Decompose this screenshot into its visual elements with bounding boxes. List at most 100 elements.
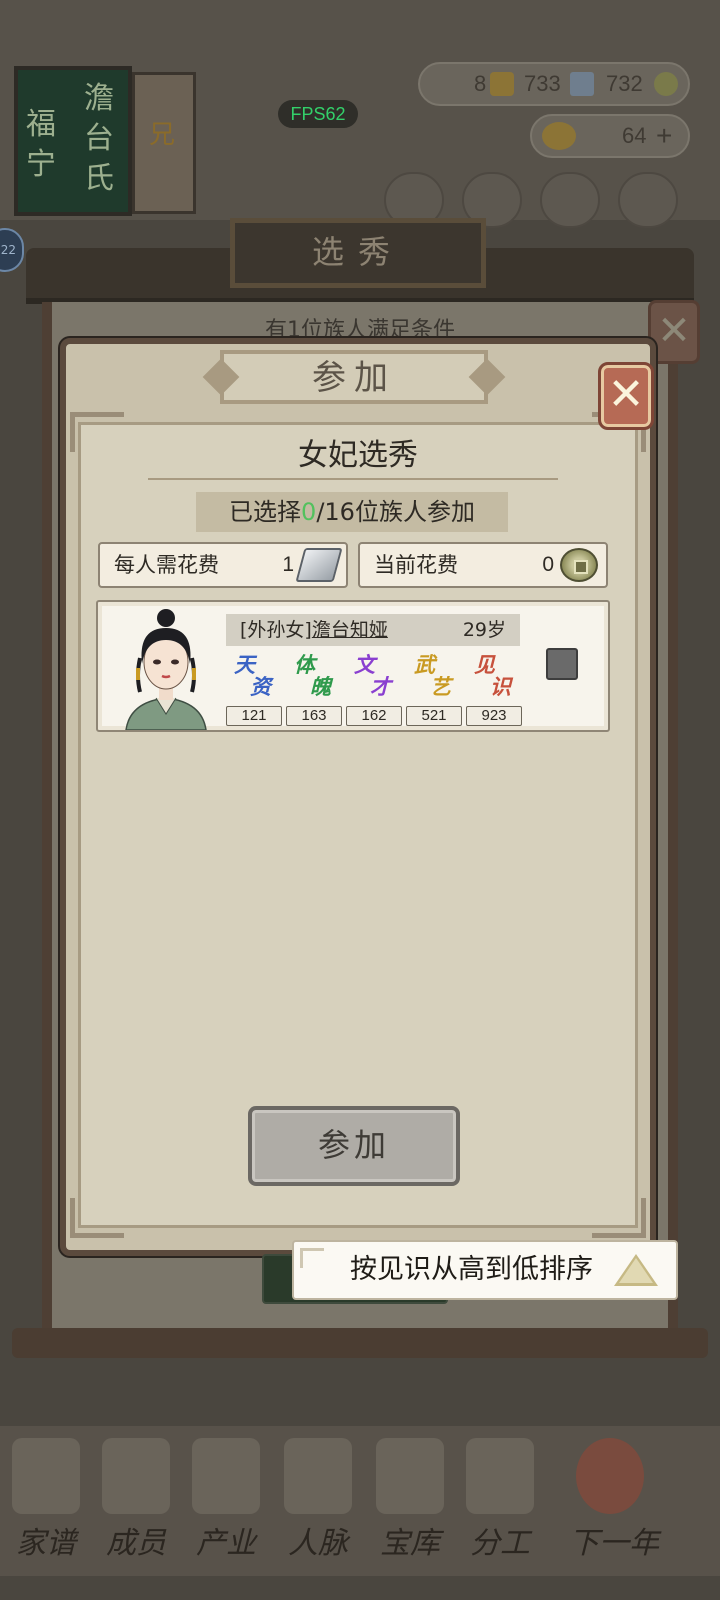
- stat-char: 艺: [430, 674, 451, 699]
- stat-char: 见: [474, 652, 495, 677]
- underlying-dialog-title: 选秀: [230, 218, 486, 288]
- menu-icon: [618, 172, 678, 228]
- stat-value: 162: [346, 706, 402, 726]
- member-card[interactable]: [外孙女]澹台知娅 29岁 天资 121 体魄 163 文才 162 武艺 52…: [96, 600, 610, 732]
- selection-suffix: /16位族人参加: [316, 498, 475, 526]
- bottom-navigation: 家谱 成员 产业 人脉 宝库 分工 下一年: [0, 1426, 720, 1576]
- stat-martial: 武艺 521: [406, 652, 464, 730]
- close-icon: ✕: [607, 369, 645, 420]
- scroll-icon: [466, 1438, 534, 1514]
- plaque-char: 福: [26, 107, 56, 142]
- nav-label: 宝库: [380, 1526, 440, 1561]
- stat-char: 体: [294, 652, 315, 677]
- fps-counter: FPS62: [278, 100, 358, 128]
- coin-count: 732: [606, 71, 643, 96]
- book-char: 兄: [149, 120, 176, 150]
- stat-label: 文才: [352, 652, 398, 704]
- member-name[interactable]: 澹台知娅: [312, 619, 388, 641]
- stat-value: 521: [406, 706, 462, 726]
- family-name-plaque: 福 宁 澹 台 氏 兄: [14, 66, 200, 216]
- family-book: 兄: [132, 72, 196, 214]
- ingot-icon: [542, 122, 576, 150]
- book-icon: [12, 1438, 80, 1514]
- nav-treasury[interactable]: 宝库: [366, 1426, 454, 1566]
- nav-connections[interactable]: 人脉: [274, 1426, 362, 1566]
- nav-label: 下一年: [569, 1526, 659, 1561]
- resource-bar: 8 733 732: [418, 62, 690, 106]
- ingot-count: 64: [622, 123, 647, 148]
- plaque-char: 氏: [84, 161, 114, 196]
- stat-char: 才: [370, 674, 391, 699]
- participate-dialog: 参加 ✕ 女妃选秀 已选择0/16位族人参加 每人需花费 1 当前花费 0 [外…: [60, 338, 656, 1256]
- nav-next-year[interactable]: 下一年: [554, 1426, 674, 1566]
- stat-value: 121: [226, 706, 282, 726]
- stat-talent: 天资 121: [226, 652, 284, 730]
- nav-genealogy[interactable]: 家谱: [2, 1426, 90, 1566]
- nav-label: 成员: [106, 1526, 166, 1561]
- stat-char: 魄: [310, 674, 331, 699]
- coin-icon: [654, 72, 678, 96]
- chest-icon: [376, 1438, 444, 1514]
- stat-value: 923: [466, 706, 522, 726]
- round-badge: 22: [0, 228, 24, 272]
- menu-icon: [540, 172, 600, 228]
- member-portrait: [125, 609, 207, 730]
- stat-char: 文: [354, 652, 375, 677]
- title-underline: [148, 462, 558, 480]
- stat-value: 163: [286, 706, 342, 726]
- nav-members[interactable]: 成员: [92, 1426, 180, 1566]
- dialog-title: 参加: [312, 358, 396, 398]
- stat-physique: 体魄 163: [286, 652, 344, 730]
- copper-coin-icon: [560, 548, 598, 582]
- nav-assignments[interactable]: 分工: [456, 1426, 544, 1566]
- add-icon[interactable]: +: [656, 116, 672, 156]
- stat-char: 天: [234, 652, 255, 677]
- plaque-char: 澹: [84, 81, 114, 116]
- plaque-char: 宁: [26, 147, 56, 182]
- stat-label: 武艺: [412, 652, 458, 704]
- corner-ornament: [300, 1248, 324, 1268]
- stat-char: 资: [250, 674, 271, 699]
- corner-ornament: [70, 1198, 124, 1238]
- silver-icon: [570, 72, 594, 96]
- selected-count: 0: [301, 498, 317, 526]
- ingot-bar[interactable]: 64 +: [530, 114, 690, 158]
- close-button[interactable]: ✕: [598, 362, 654, 430]
- lantern-icon: [576, 1438, 644, 1514]
- current-cost: 当前花费 0: [358, 542, 608, 588]
- sort-up-icon: [614, 1254, 658, 1286]
- silver-count: 733: [524, 71, 561, 96]
- nav-label: 人脉: [288, 1526, 348, 1561]
- stat-char: 武: [414, 652, 435, 677]
- selection-count: 已选择0/16位族人参加: [196, 492, 508, 532]
- silver-ingot-icon: [295, 548, 343, 582]
- stat-label: 见识: [472, 652, 518, 704]
- title-plaque: 参加: [202, 350, 506, 404]
- dialog-foot: [12, 1328, 708, 1358]
- cost-per-person: 每人需花费 1: [98, 542, 348, 588]
- nav-label: 家谱: [16, 1526, 76, 1561]
- sort-button[interactable]: 按见识从高到低排序: [292, 1240, 678, 1300]
- cost-per-person-value: 1: [282, 553, 294, 576]
- gold-bar-icon: [490, 72, 514, 96]
- person-icon: [102, 1438, 170, 1514]
- nav-industry[interactable]: 产业: [182, 1426, 270, 1566]
- member-name-bar: [外孙女]澹台知娅 29岁: [226, 614, 520, 646]
- stat-char: 识: [490, 674, 511, 699]
- stat-label: 体魄: [292, 652, 338, 704]
- join-button[interactable]: 参加: [248, 1106, 460, 1186]
- gold-bar-count: 8: [474, 71, 487, 96]
- selection-prefix: 已选择: [229, 498, 302, 526]
- plaque-char: 台: [84, 121, 114, 156]
- nav-label: 分工: [470, 1526, 530, 1561]
- member-age: 29岁: [462, 619, 506, 641]
- current-cost-label: 当前花费: [374, 553, 458, 577]
- corner-ornament: [592, 1198, 646, 1238]
- member-relation: [外孙女]: [240, 619, 312, 641]
- stat-label: 天资: [232, 652, 278, 704]
- building-icon: [192, 1438, 260, 1514]
- nav-label: 产业: [196, 1526, 256, 1561]
- network-icon: [284, 1438, 352, 1514]
- member-select-checkbox[interactable]: [546, 648, 578, 680]
- stat-knowledge: 见识 923: [466, 652, 524, 730]
